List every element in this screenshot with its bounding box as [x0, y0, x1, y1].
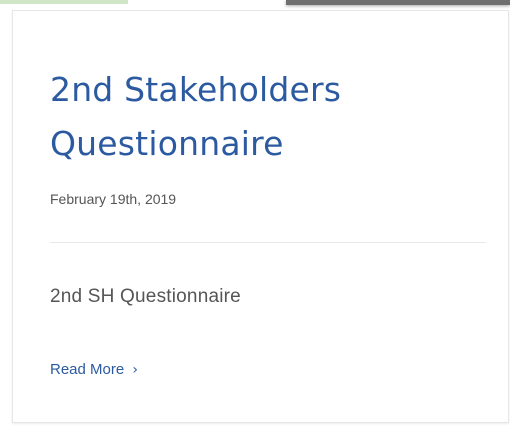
chevron-right-icon: › [132, 362, 138, 378]
post-title[interactable]: 2nd Stakeholders Questionnaire [50, 63, 490, 171]
top-edge-shadow [286, 0, 510, 5]
top-edge-highlight [0, 0, 128, 4]
post-card: 2nd Stakeholders Questionnaire February … [12, 10, 509, 423]
divider [50, 242, 486, 243]
read-more-label: Read More [50, 361, 125, 378]
post-excerpt: 2nd SH Questionnaire [50, 286, 241, 307]
read-more-link[interactable]: Read More › [50, 361, 138, 378]
top-edge [0, 0, 510, 5]
post-date: February 19th, 2019 [50, 191, 177, 207]
